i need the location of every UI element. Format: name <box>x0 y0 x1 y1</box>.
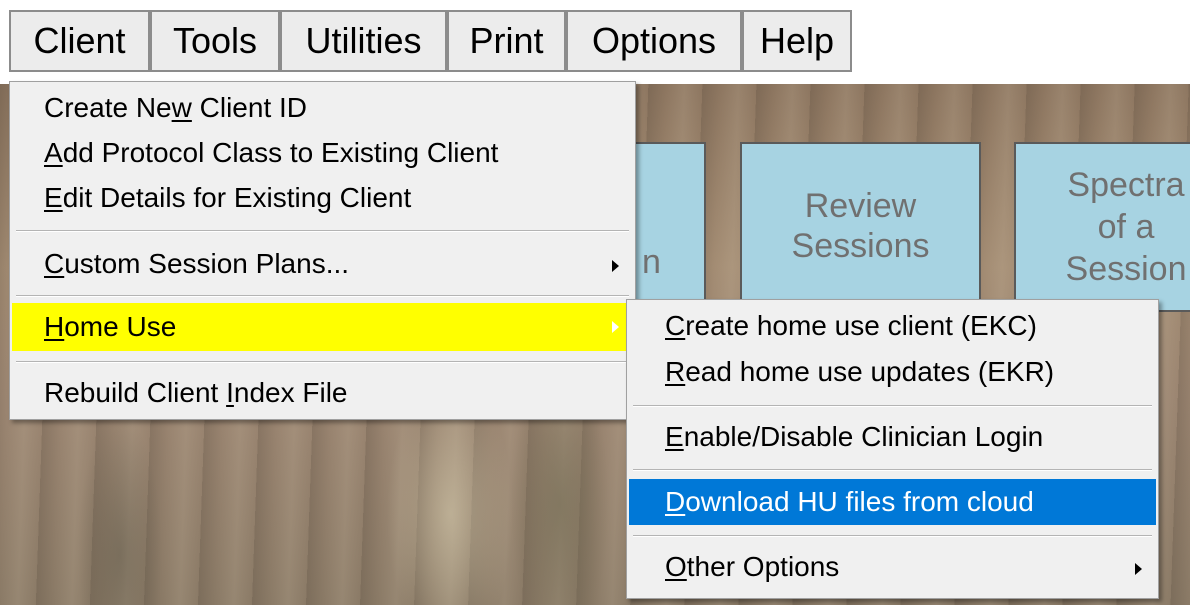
review-sessions-line2: Sessions <box>791 227 930 265</box>
menu-tools[interactable]: Tools <box>150 10 280 72</box>
submenu-item-enable-disable-clinician-login[interactable]: Enable/Disable Clinician Login <box>629 421 1156 457</box>
menu-item-add-protocol-class[interactable]: Add Protocol Class to Existing Client <box>12 137 633 173</box>
submenu-arrow-icon <box>1135 563 1142 575</box>
menu-item-custom-session-plans[interactable]: Custom Session Plans... <box>12 248 633 284</box>
spectra-of-session-label: Spectra of a Session <box>1046 164 1190 290</box>
spectra-of-session-tile[interactable]: Spectra of a Session <box>1014 142 1190 312</box>
menu-separator <box>633 469 1152 471</box>
review-sessions-line1: Review <box>804 187 917 225</box>
access-key: H <box>44 311 65 342</box>
submenu-item-read-home-use-updates[interactable]: Read home use updates (EKR) <box>629 356 1156 392</box>
menu-separator <box>16 295 629 297</box>
menu-item-text: ome Use <box>64 311 177 342</box>
tile-partial-label: n <box>642 243 661 281</box>
menu-print[interactable]: Print <box>447 10 566 72</box>
spectra-line2: of a <box>1097 208 1155 246</box>
access-key: O <box>665 551 687 582</box>
menu-options[interactable]: Options <box>566 10 742 72</box>
menu-item-text: Client ID <box>191 92 308 123</box>
submenu-item-download-hu-files[interactable]: Download HU files from cloud <box>629 479 1156 525</box>
review-sessions-tile[interactable]: Review Sessions <box>740 142 981 310</box>
spectra-line3: Session <box>1065 250 1187 288</box>
menu-item-edit-details[interactable]: Edit Details for Existing Client <box>12 182 633 218</box>
menu-item-text: dd Protocol Class to Existing Client <box>62 137 499 168</box>
access-key: E <box>665 421 684 452</box>
menu-item-text: ther Options <box>686 551 840 582</box>
access-key: R <box>665 356 686 387</box>
menu-item-text: ustom Session Plans... <box>64 248 350 279</box>
access-key: C <box>665 310 686 341</box>
submenu-item-create-home-use-client[interactable]: Create home use client (EKC) <box>629 310 1156 346</box>
home-use-submenu: Create home use client (EKC) Read home u… <box>626 299 1159 599</box>
access-key: A <box>44 137 63 168</box>
client-dropdown-menu: Create New Client ID Add Protocol Class … <box>9 81 636 420</box>
menu-utilities[interactable]: Utilities <box>280 10 447 72</box>
menu-item-text: ead home use updates (EKR) <box>685 356 1055 387</box>
menu-client[interactable]: Client <box>9 10 150 72</box>
menu-item-text: ownload HU files from cloud <box>685 486 1034 517</box>
menu-item-text: dit Details for Existing Client <box>62 182 412 213</box>
submenu-item-other-options[interactable]: Other Options <box>629 551 1156 587</box>
menu-item-home-use[interactable]: Home Use <box>12 303 633 351</box>
access-key: w <box>171 92 192 123</box>
menu-item-create-new-client-id[interactable]: Create New Client ID <box>12 92 633 128</box>
menu-item-text: Create Ne <box>44 92 172 123</box>
spectra-line1: Spectra <box>1067 166 1185 204</box>
access-key: I <box>226 377 234 408</box>
menu-item-rebuild-client-index[interactable]: Rebuild Client Index File <box>12 377 633 413</box>
menu-help[interactable]: Help <box>742 10 852 72</box>
submenu-arrow-icon <box>612 260 619 272</box>
menu-separator <box>16 230 629 232</box>
menu-item-text: Rebuild Client <box>44 377 227 408</box>
submenu-arrow-icon <box>612 321 619 333</box>
menu-item-text: ndex File <box>233 377 348 408</box>
review-sessions-label: Review Sessions <box>792 186 930 266</box>
access-key: D <box>665 486 686 517</box>
access-key: E <box>44 182 63 213</box>
access-key: C <box>44 248 65 279</box>
menu-item-text: reate home use client (EKC) <box>685 310 1037 341</box>
menu-bar: Client Tools Utilities Print Options Hel… <box>0 0 1190 84</box>
menu-item-text: nable/Disable Clinician Login <box>683 421 1044 452</box>
menu-separator <box>16 361 629 363</box>
menu-separator <box>633 535 1152 537</box>
menu-separator <box>633 405 1152 407</box>
